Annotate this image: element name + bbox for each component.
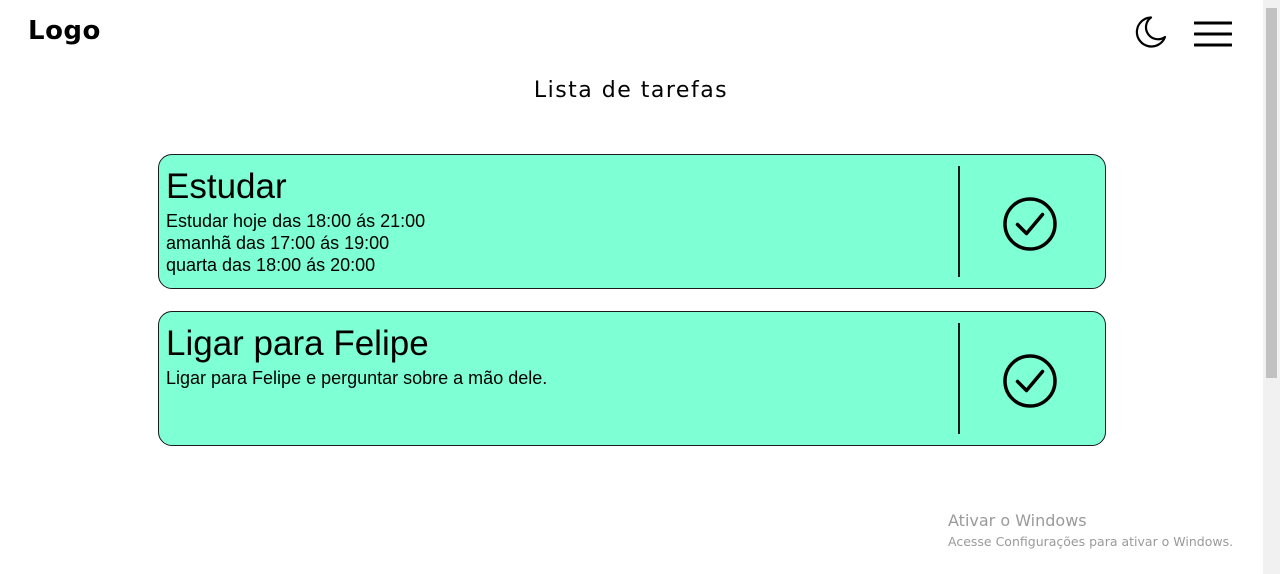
task-description: Ligar para Felipe e perguntar sobre a mã… [166,368,548,388]
task-card: Estudar Estudar hoje das 18:00 ás 21:00 … [158,154,1106,289]
task-title: Estudar [166,167,287,206]
task-list: Estudar Estudar hoje das 18:00 ás 21:00 … [158,154,1106,468]
hamburger-menu-icon [1193,21,1233,47]
check-circle-icon [1003,197,1057,251]
menu-button[interactable] [1193,20,1233,48]
task-divider [958,166,960,277]
moon-icon [1135,16,1167,48]
task-card: Ligar para Felipe Ligar para Felipe e pe… [158,311,1106,446]
task-divider [958,323,960,434]
theme-toggle-button[interactable] [1132,14,1168,50]
complete-task-button[interactable] [1002,196,1058,252]
scrollbar-thumb[interactable] [1266,8,1277,378]
task-description: Estudar hoje das 18:00 ás 21:00 amanhã d… [166,211,426,275]
check-circle-icon [1003,354,1057,408]
task-content: Estudar Estudar hoje das 18:00 ás 21:00 … [166,167,946,276]
page: Logo Lista de tarefas Estudar Estudar ho… [0,0,1280,574]
watermark-title: Ativar o Windows [948,511,1087,530]
vertical-scrollbar[interactable] [1263,0,1280,574]
windows-activation-watermark: Ativar o Windows Acesse Configurações pa… [948,511,1233,551]
task-title: Ligar para Felipe [166,324,429,363]
page-title: Lista de tarefas [533,78,729,103]
complete-task-button[interactable] [1002,353,1058,409]
task-content: Ligar para Felipe Ligar para Felipe e pe… [166,324,946,389]
watermark-subtitle: Acesse Configurações para ativar o Windo… [948,534,1234,549]
logo[interactable]: Logo [28,16,101,46]
